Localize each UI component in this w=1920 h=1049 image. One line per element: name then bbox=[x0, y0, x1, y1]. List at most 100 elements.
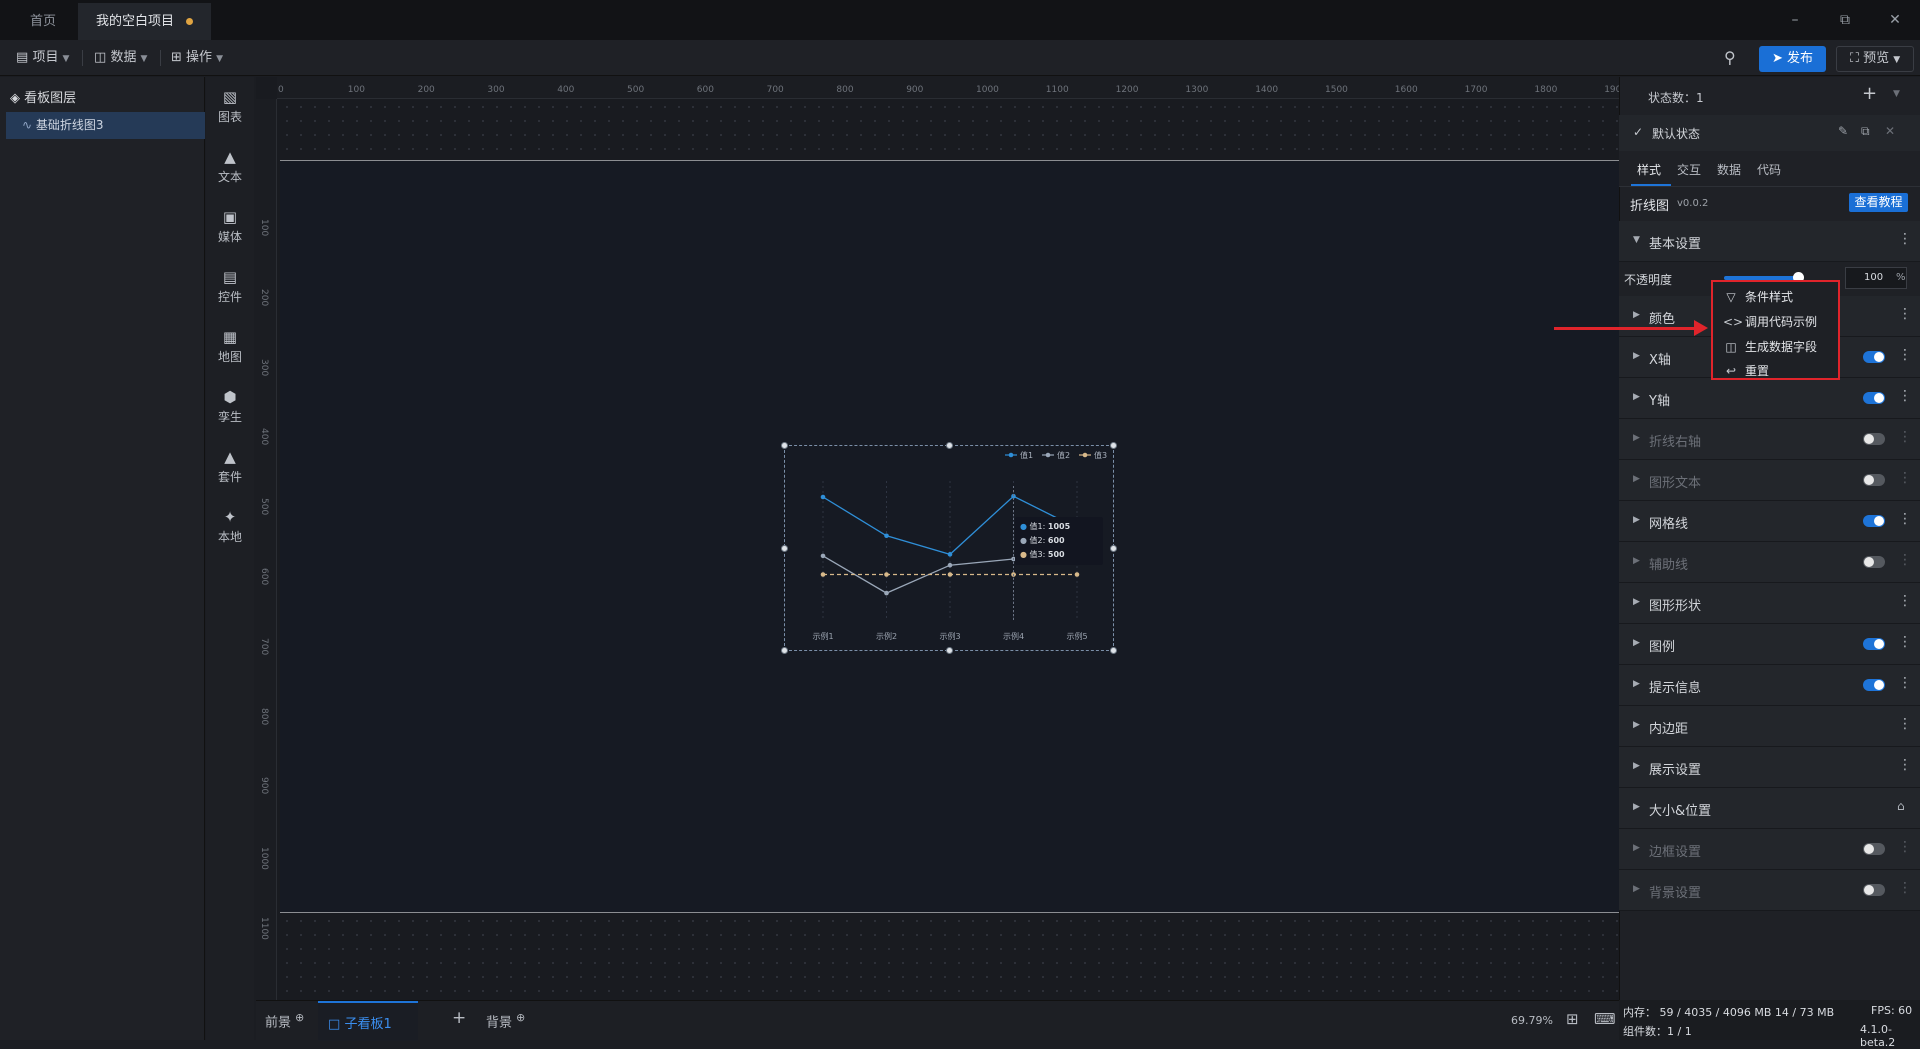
tab-style[interactable]: 样式 bbox=[1637, 161, 1661, 178]
section-toggle[interactable] bbox=[1863, 884, 1885, 896]
edit-icon[interactable]: ✎ bbox=[1838, 124, 1848, 138]
more-icon[interactable]: ⋮ bbox=[1898, 429, 1912, 445]
add-state-icon[interactable]: + bbox=[1862, 83, 1877, 104]
section-toggle[interactable] bbox=[1863, 351, 1885, 363]
more-icon[interactable]: ⋮ bbox=[1898, 757, 1912, 773]
background-tab[interactable]: 背景 ⊕ bbox=[486, 1011, 525, 1030]
caret-right-icon: ▶ bbox=[1633, 720, 1640, 730]
legend-label: 值2 bbox=[1057, 450, 1070, 460]
menu-operation[interactable]: ⊞ 操作 ▼ bbox=[165, 47, 229, 69]
section-row[interactable]: ▶ 图形形状 ⋮ bbox=[1619, 583, 1920, 624]
section-toggle[interactable] bbox=[1863, 474, 1885, 486]
lib-media[interactable]: ▣ 媒体 bbox=[206, 203, 254, 259]
tab-home[interactable]: 首页 bbox=[12, 3, 74, 40]
more-icon[interactable]: ⋮ bbox=[1898, 593, 1912, 609]
section-row[interactable]: ▶ 内边距 ⋮ bbox=[1619, 706, 1920, 747]
section-row[interactable]: ▶ 图例 ⋮ bbox=[1619, 624, 1920, 665]
chevron-down-icon[interactable]: ▼ bbox=[1893, 89, 1900, 99]
more-icon[interactable]: ⋮ bbox=[1898, 306, 1912, 322]
section-basic[interactable]: ▼ 基本设置 ⋮ bbox=[1619, 221, 1920, 262]
tab-interaction[interactable]: 交互 bbox=[1677, 161, 1701, 178]
close-icon[interactable]: ✕ bbox=[1880, 8, 1910, 32]
zoom-level[interactable]: 69.79% bbox=[1511, 1014, 1553, 1027]
resize-handle[interactable] bbox=[781, 545, 788, 552]
resize-handle[interactable] bbox=[946, 442, 953, 449]
section-row[interactable]: ▶ 图形文本 ⋮ bbox=[1619, 460, 1920, 501]
section-toggle[interactable] bbox=[1863, 515, 1885, 527]
section-row[interactable]: ▶ 背景设置 ⋮ bbox=[1619, 870, 1920, 911]
section-row[interactable]: ▶ Y轴 ⋮ bbox=[1619, 378, 1920, 419]
copy-icon[interactable]: ⧉ bbox=[1861, 124, 1870, 139]
section-toggle[interactable] bbox=[1863, 679, 1885, 691]
lib-kit[interactable]: ▲ 套件 bbox=[206, 443, 254, 499]
more-icon[interactable]: ⋮ bbox=[1898, 388, 1912, 404]
more-icon[interactable]: ⋮ bbox=[1898, 552, 1912, 568]
section-row[interactable]: ▶ 大小&位置 ⌂ bbox=[1619, 788, 1920, 829]
fit-screen-icon[interactable]: ⊞ bbox=[1566, 1010, 1579, 1028]
more-icon[interactable]: ⋮ bbox=[1898, 511, 1912, 527]
layer-item[interactable]: ∿ 基础折线图3 bbox=[6, 112, 205, 139]
ctx-generate-fields[interactable]: ◫ 生成数据字段 bbox=[1723, 338, 1817, 355]
section-row[interactable]: ▶ 辅助线 ⋮ bbox=[1619, 542, 1920, 583]
ctx-label: 重置 bbox=[1745, 364, 1770, 378]
foreground-tab[interactable]: 前景 ⊕ bbox=[265, 1011, 304, 1030]
lib-local[interactable]: ✦ 本地 bbox=[206, 503, 254, 559]
lib-map[interactable]: ▦ 地图 bbox=[206, 323, 254, 379]
more-icon[interactable]: ⋮ bbox=[1898, 839, 1912, 855]
ctx-code-example[interactable]: <> 调用代码示例 bbox=[1723, 313, 1817, 330]
ctx-reset[interactable]: ↩ 重置 bbox=[1723, 362, 1769, 379]
section-toggle[interactable] bbox=[1863, 843, 1885, 855]
line-chart-widget[interactable]: 示例1 示例2 示例3 示例4 示例5 值1 值2 值3 ● 值1: 1005 ● 值2: 6… bbox=[781, 442, 1117, 654]
close-icon[interactable]: ✕ bbox=[1885, 124, 1895, 138]
section-toggle[interactable] bbox=[1863, 392, 1885, 404]
menu-project[interactable]: ▤ 项目 ▼ bbox=[10, 47, 75, 69]
tutorial-button[interactable]: 查看教程 bbox=[1849, 193, 1908, 212]
more-icon[interactable]: ⋮ bbox=[1898, 880, 1912, 896]
section-toggle[interactable] bbox=[1863, 433, 1885, 445]
lib-control[interactable]: ▤ 控件 bbox=[206, 263, 254, 319]
section-row[interactable]: ▶ 边框设置 ⋮ bbox=[1619, 829, 1920, 870]
ctx-conditional-style[interactable]: ▽ 条件样式 bbox=[1723, 288, 1793, 305]
more-icon[interactable]: ⋮ bbox=[1898, 675, 1912, 691]
menu-data[interactable]: ◫ 数据 ▼ bbox=[88, 47, 153, 69]
minimize-icon[interactable]: – bbox=[1780, 8, 1810, 32]
section-row[interactable]: ▶ 网格线 ⋮ bbox=[1619, 501, 1920, 542]
more-icon[interactable]: ⋮ bbox=[1898, 634, 1912, 650]
more-icon[interactable]: ⋮ bbox=[1898, 347, 1912, 363]
resize-handle[interactable] bbox=[1110, 442, 1117, 449]
opacity-input[interactable]: 100 % bbox=[1845, 267, 1907, 289]
add-circle-icon[interactable]: ⊕ bbox=[295, 1011, 304, 1024]
resize-handle[interactable] bbox=[781, 442, 788, 449]
section-row[interactable]: ▶ 展示设置 ⋮ bbox=[1619, 747, 1920, 788]
add-board-icon[interactable]: + bbox=[452, 1008, 466, 1028]
resize-handle[interactable] bbox=[946, 647, 953, 654]
document-icon: ▤ bbox=[16, 50, 29, 65]
default-state-row[interactable]: ✓ 默认状态 ✎ ⧉ ✕ bbox=[1619, 115, 1920, 151]
add-circle-icon[interactable]: ⊕ bbox=[516, 1011, 525, 1024]
divider bbox=[160, 50, 161, 66]
keyboard-icon[interactable]: ⌨ bbox=[1594, 1010, 1616, 1028]
section-row[interactable]: ▶ 折线右轴 ⋮ bbox=[1619, 419, 1920, 460]
more-icon[interactable]: ⋮ bbox=[1898, 716, 1912, 732]
board-tab[interactable]: □ 子看板1 bbox=[318, 1001, 418, 1041]
lock-icon[interactable]: ⌂ bbox=[1897, 799, 1905, 813]
section-toggle[interactable] bbox=[1863, 556, 1885, 568]
more-icon[interactable]: ⋮ bbox=[1898, 231, 1912, 247]
resize-handle[interactable] bbox=[1110, 545, 1117, 552]
publish-button[interactable]: ➤ 发布 bbox=[1759, 46, 1826, 72]
lib-text[interactable]: ▲ 文本 bbox=[206, 143, 254, 199]
preview-button[interactable]: ⛶ 预览 ▼ bbox=[1836, 46, 1914, 72]
more-icon[interactable]: ⋮ bbox=[1898, 470, 1912, 486]
caret-right-icon: ▶ bbox=[1633, 392, 1640, 402]
tab-project[interactable]: 我的空白项目 bbox=[78, 3, 212, 40]
tab-code[interactable]: 代码 bbox=[1757, 161, 1781, 178]
search-icon[interactable]: ⚲ bbox=[1724, 48, 1736, 67]
section-row[interactable]: ▶ 提示信息 ⋮ bbox=[1619, 665, 1920, 706]
section-toggle[interactable] bbox=[1863, 638, 1885, 650]
resize-handle[interactable] bbox=[781, 647, 788, 654]
resize-handle[interactable] bbox=[1110, 647, 1117, 654]
lib-chart[interactable]: ▧ 图表 bbox=[206, 83, 254, 139]
tab-data[interactable]: 数据 bbox=[1717, 161, 1741, 178]
lib-twin[interactable]: ⬢ 孪生 bbox=[206, 383, 254, 439]
restore-icon[interactable]: ⧉ bbox=[1830, 8, 1860, 32]
